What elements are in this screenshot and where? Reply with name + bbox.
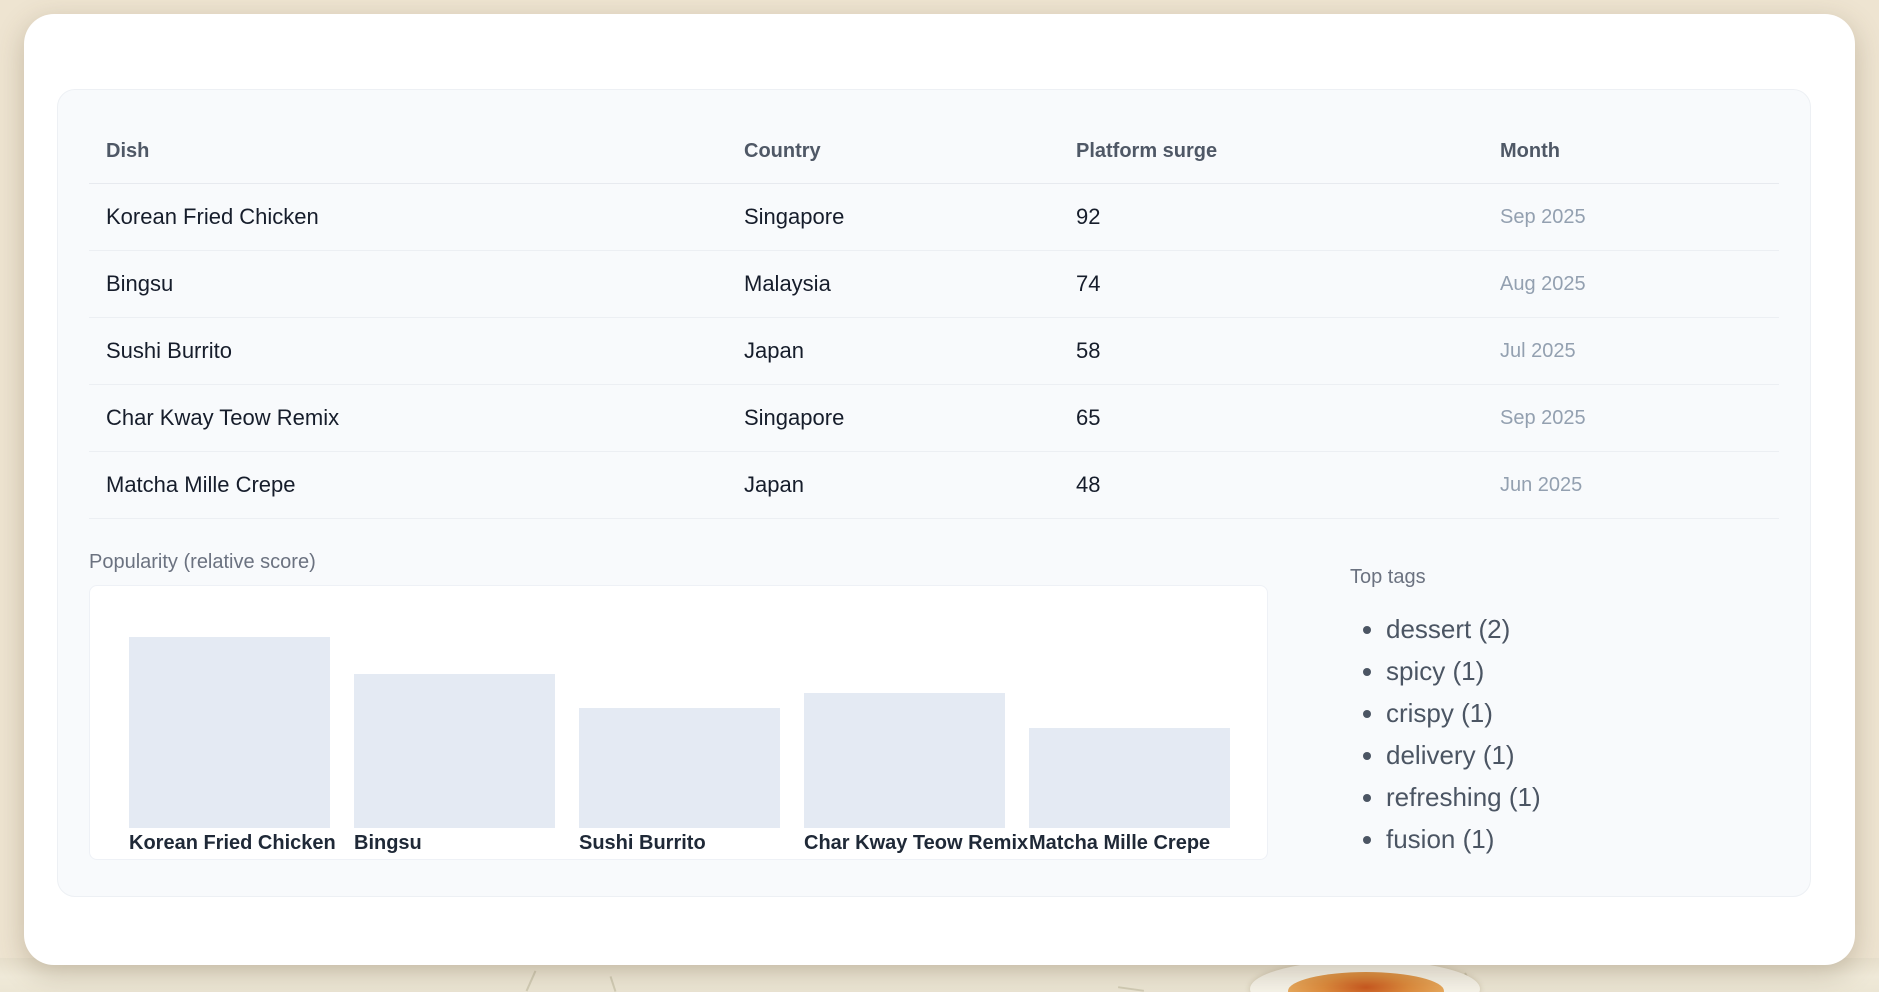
chart-bar-label: Bingsu bbox=[354, 832, 422, 855]
tag-item: refreshing (1) bbox=[1386, 776, 1541, 818]
chart-bar-label: Sushi Burrito bbox=[579, 832, 706, 855]
country-cell: Singapore bbox=[727, 204, 1059, 230]
dish-cell: Sushi Burrito bbox=[89, 338, 727, 364]
chart-bar-slot: Char Kway Teow Remix bbox=[804, 693, 1005, 828]
chart-bar-slot: Korean Fried Chicken bbox=[129, 637, 330, 828]
table-header-row: Dish Country Platform surge Month bbox=[89, 120, 1779, 184]
surge-cell: 65 bbox=[1059, 405, 1483, 431]
month-cell: Jun 2025 bbox=[1483, 474, 1779, 497]
chart-bar bbox=[579, 708, 780, 828]
popularity-bar-chart: Korean Fried Chicken Bingsu Sushi Burrit… bbox=[89, 585, 1268, 860]
chart-bar bbox=[1029, 728, 1230, 828]
table-row: Korean Fried Chicken Singapore 92 Sep 20… bbox=[89, 184, 1779, 251]
table-row: Matcha Mille Crepe Japan 48 Jun 2025 bbox=[89, 452, 1779, 519]
country-cell: Malaysia bbox=[727, 271, 1059, 297]
tag-item: fusion (1) bbox=[1386, 818, 1541, 860]
chart-title: Popularity (relative score) bbox=[89, 551, 1268, 577]
table-row: Sushi Burrito Japan 58 Jul 2025 bbox=[89, 318, 1779, 385]
column-header-country: Country bbox=[727, 140, 1059, 163]
chart-bar-slot: Matcha Mille Crepe bbox=[1029, 728, 1230, 828]
month-cell: Sep 2025 bbox=[1483, 206, 1779, 229]
tag-item: delivery (1) bbox=[1386, 734, 1541, 776]
dishes-table: Dish Country Platform surge Month Korean… bbox=[89, 120, 1779, 519]
sketch-stroke bbox=[1118, 986, 1144, 992]
popularity-chart-section: Popularity (relative score) Korean Fried… bbox=[89, 519, 1268, 860]
content-card: Dish Country Platform surge Month Korean… bbox=[57, 89, 1811, 897]
table-row: Char Kway Teow Remix Singapore 65 Sep 20… bbox=[89, 385, 1779, 452]
tag-item: dessert (2) bbox=[1386, 608, 1541, 650]
column-header-dish: Dish bbox=[89, 140, 727, 163]
chart-bar-label: Char Kway Teow Remix bbox=[804, 832, 1028, 855]
sketch-stroke bbox=[526, 971, 537, 992]
chart-bar-label: Korean Fried Chicken bbox=[129, 832, 336, 855]
tags-list: dessert (2) spicy (1) crispy (1) deliver… bbox=[1350, 608, 1541, 860]
dish-cell: Char Kway Teow Remix bbox=[89, 405, 727, 431]
country-cell: Japan bbox=[727, 338, 1059, 364]
dish-cell: Matcha Mille Crepe bbox=[89, 472, 727, 498]
surge-cell: 92 bbox=[1059, 204, 1483, 230]
country-cell: Singapore bbox=[727, 405, 1059, 431]
tag-item: spicy (1) bbox=[1386, 650, 1541, 692]
top-tags-section: Top tags dessert (2) spicy (1) crispy (1… bbox=[1350, 519, 1541, 860]
chart-bar bbox=[354, 674, 555, 828]
column-header-month: Month bbox=[1483, 140, 1779, 163]
chart-bar-slot: Sushi Burrito bbox=[579, 708, 780, 828]
country-cell: Japan bbox=[727, 472, 1059, 498]
chart-bar bbox=[804, 693, 1005, 828]
month-cell: Aug 2025 bbox=[1483, 273, 1779, 296]
surge-cell: 48 bbox=[1059, 472, 1483, 498]
month-cell: Jul 2025 bbox=[1483, 340, 1779, 363]
chart-bar-slot: Bingsu bbox=[354, 674, 555, 828]
tags-title: Top tags bbox=[1350, 566, 1541, 592]
app-window: Dish Country Platform surge Month Korean… bbox=[24, 14, 1855, 965]
column-header-surge: Platform surge bbox=[1059, 140, 1483, 163]
table-row: Bingsu Malaysia 74 Aug 2025 bbox=[89, 251, 1779, 318]
lower-content-row: Popularity (relative score) Korean Fried… bbox=[89, 519, 1779, 860]
sketch-stroke bbox=[610, 976, 617, 992]
surge-cell: 74 bbox=[1059, 271, 1483, 297]
surge-cell: 58 bbox=[1059, 338, 1483, 364]
dish-cell: Korean Fried Chicken bbox=[89, 204, 727, 230]
dish-cell: Bingsu bbox=[89, 271, 727, 297]
chart-bar-label: Matcha Mille Crepe bbox=[1029, 832, 1210, 855]
month-cell: Sep 2025 bbox=[1483, 407, 1779, 430]
chart-bar bbox=[129, 637, 330, 828]
tag-item: crispy (1) bbox=[1386, 692, 1541, 734]
